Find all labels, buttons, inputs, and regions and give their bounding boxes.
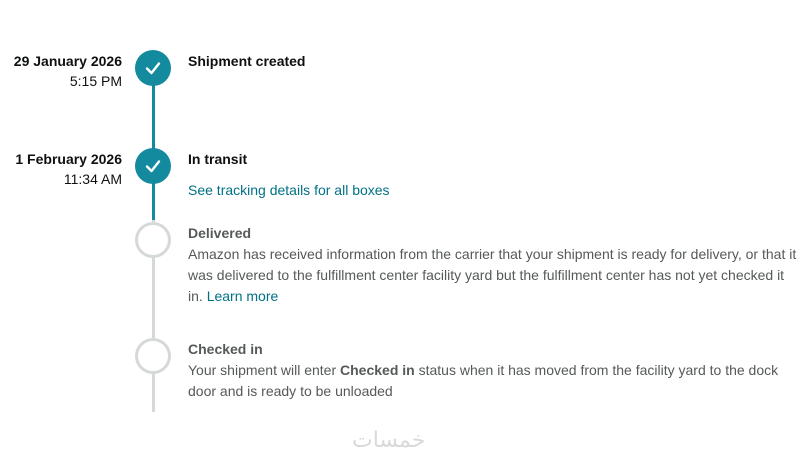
step-4-content: Checked in Your shipment will enter Chec… (188, 339, 798, 402)
step-3-description: Amazon has received information from the… (188, 244, 798, 307)
step-2-datetime: 1 February 2026 11:34 AM (15, 149, 122, 189)
step-2-title: In transit (188, 151, 248, 167)
tracking-details-link[interactable]: See tracking details for all boxes (188, 182, 390, 198)
step-1-complete-node (135, 50, 171, 86)
learn-more-link[interactable]: Learn more (207, 288, 279, 304)
step-3-description-text: Amazon has received information from the… (188, 246, 797, 304)
step-4-description-strong: Checked in (340, 362, 415, 378)
step-3-content: Delivered Amazon has received informatio… (188, 223, 798, 307)
step-4-description-prefix: Your shipment will enter (188, 362, 337, 378)
timeline-rail-completed (152, 68, 155, 220)
step-1-title: Shipment created (188, 53, 306, 69)
step-1-datetime: 29 January 2026 5:15 PM (14, 51, 122, 91)
step-2-complete-node (135, 148, 171, 184)
step-4-title: Checked in (188, 341, 263, 357)
step-4-pending-node (135, 338, 171, 374)
watermark: خمسات (352, 428, 426, 453)
checkmark-icon (145, 160, 161, 173)
step-2-content: In transit See tracking details for all … (188, 149, 798, 201)
step-2-time: 11:34 AM (63, 171, 122, 187)
checkmark-icon (145, 62, 161, 75)
step-1-time: 5:15 PM (69, 73, 122, 89)
step-1-content: Shipment created (188, 51, 798, 72)
step-3-pending-node (135, 222, 171, 258)
step-3-title: Delivered (188, 225, 252, 241)
step-4-description: Your shipment will enter Checked in stat… (188, 360, 798, 402)
step-1-date: 29 January 2026 (13, 53, 122, 69)
step-2-date: 1 February 2026 (15, 151, 122, 167)
